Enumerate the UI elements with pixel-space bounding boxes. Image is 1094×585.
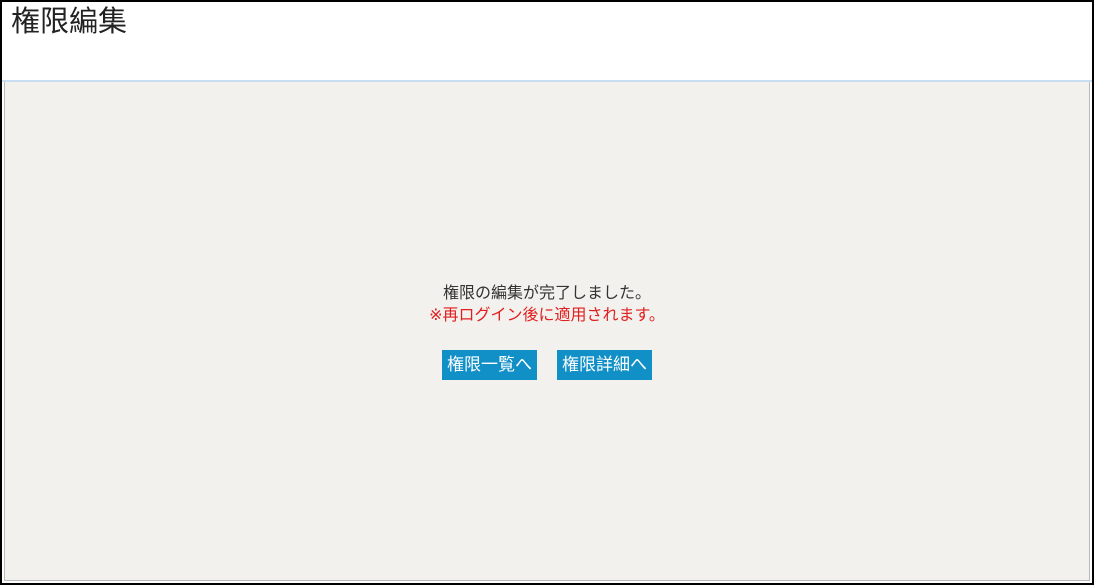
page-header: 権限編集 <box>2 2 1092 82</box>
page-title: 権限編集 <box>11 4 128 38</box>
relogin-notice: ※再ログイン後に適用されます。 <box>429 305 665 324</box>
permission-detail-button[interactable]: 権限詳細へ <box>557 350 652 380</box>
action-buttons: 権限一覧へ 権限詳細へ <box>5 350 1089 380</box>
completion-text: 権限の編集が完了しました。 <box>442 283 651 302</box>
content-panel: 権限の編集が完了しました。 ※再ログイン後に適用されます。 権限一覧へ 権限詳細へ <box>4 82 1090 581</box>
completion-message: 権限の編集が完了しました。 ※再ログイン後に適用されます。 <box>5 282 1089 326</box>
permission-list-button[interactable]: 権限一覧へ <box>442 350 537 380</box>
app-window: 権限編集 権限の編集が完了しました。 ※再ログイン後に適用されます。 権限一覧へ… <box>0 0 1094 585</box>
